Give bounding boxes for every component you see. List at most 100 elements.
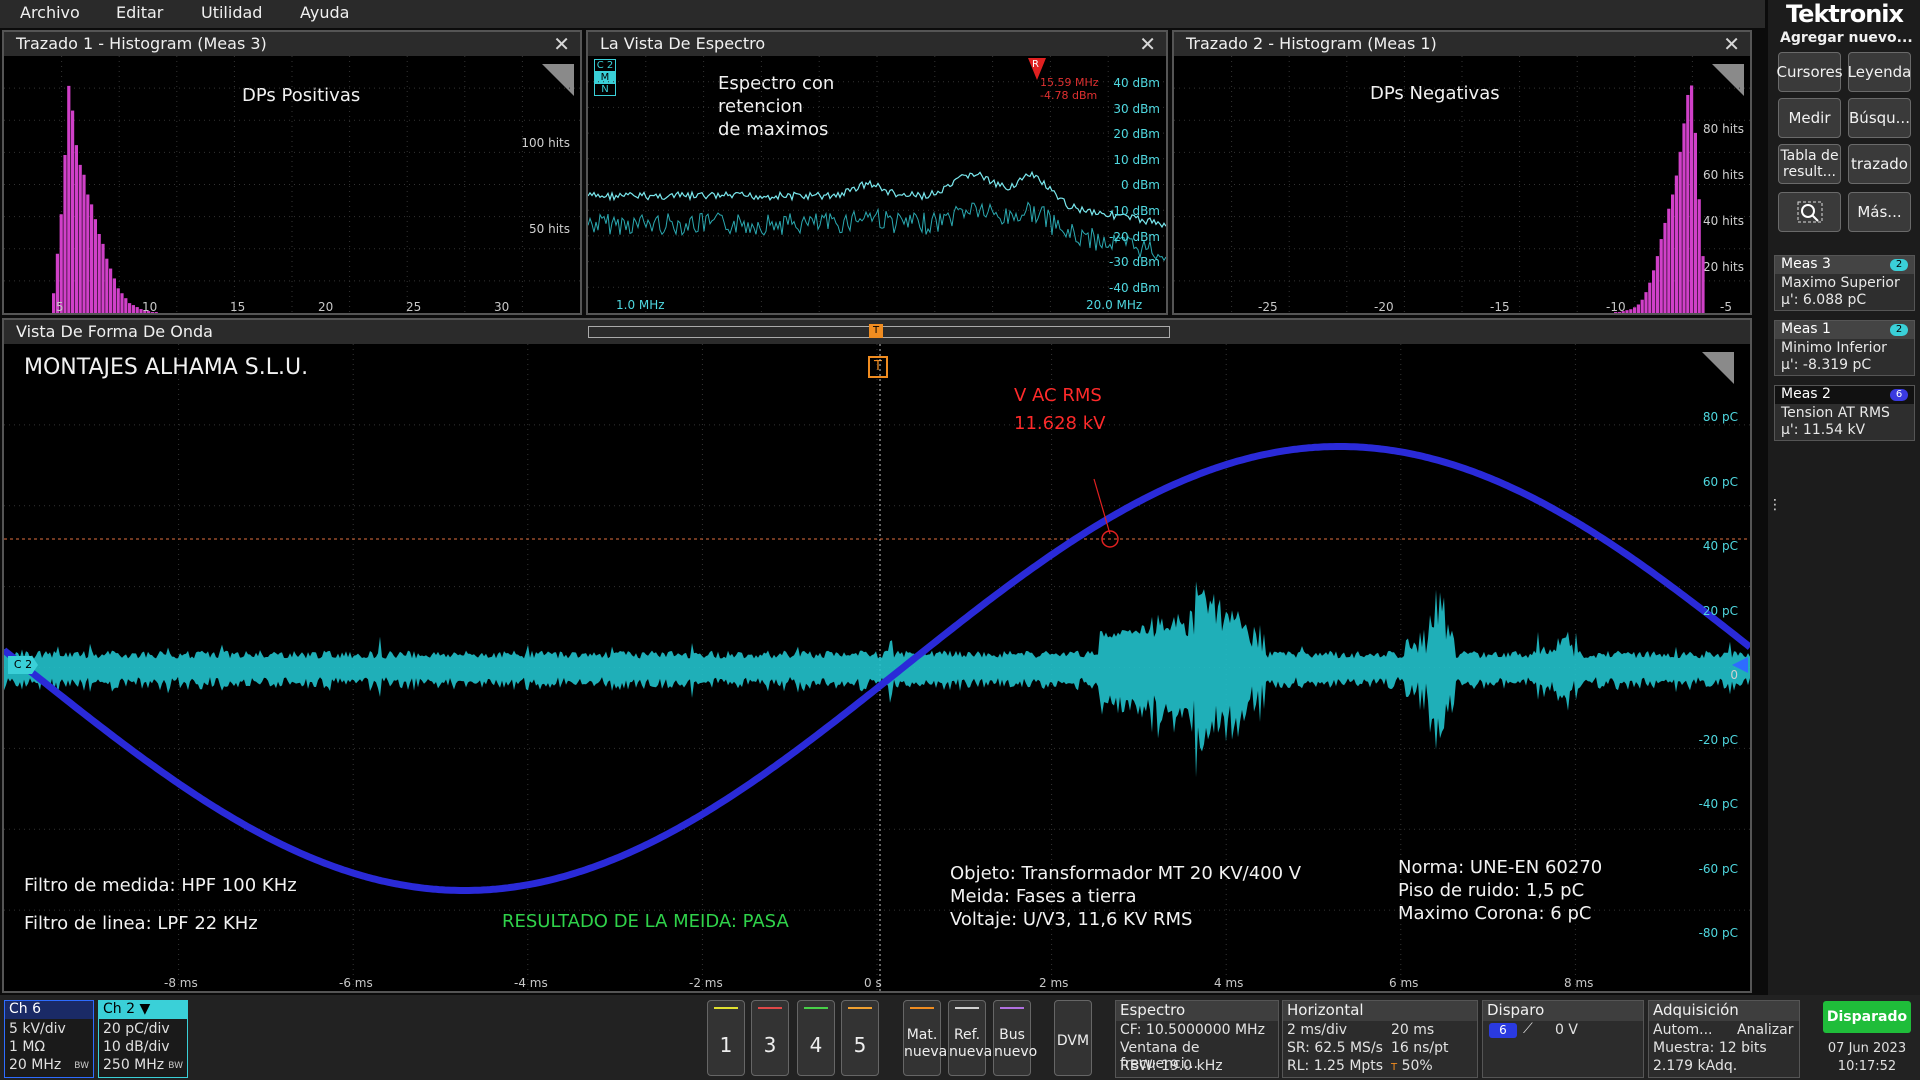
histogram-bar bbox=[59, 214, 63, 313]
histogram-bar bbox=[1697, 199, 1701, 313]
new-bus-button[interactable]: Bus nuevo bbox=[993, 1000, 1037, 1076]
histogram-1-title: Trazado 1 - Histogram (Meas 3) bbox=[16, 34, 267, 53]
close-icon[interactable]: ✕ bbox=[1723, 32, 1740, 56]
dvm-button[interactable]: DVM bbox=[1054, 1000, 1092, 1076]
menu-utilidad[interactable]: Utilidad bbox=[201, 3, 262, 22]
spectrum-y-axis: 40 dBm 30 dBm 20 dBm 10 dBm 0 dBm -10 dBm -20 … bbox=[588, 32, 1166, 313]
histogram-bar bbox=[124, 298, 128, 313]
x-tick: 20 bbox=[318, 300, 334, 314]
trigger-position-readout: T 50% bbox=[1391, 1058, 1433, 1074]
x-tick: 0 s bbox=[864, 976, 882, 990]
y-tick: 40 pC bbox=[1702, 539, 1738, 553]
plot-button[interactable]: trazado bbox=[1848, 144, 1911, 184]
histogram-1-plot bbox=[4, 56, 580, 313]
acquisition-info-box[interactable]: Adquisición Autom... Analizar Muestra: 1… bbox=[1648, 1000, 1800, 1078]
y-tick: -10 dBm bbox=[1109, 204, 1160, 218]
waveform-panel: Vista De Forma De Onda T T MONTAJES ALHA… bbox=[2, 318, 1752, 993]
notes-right: Norma: UNE-EN 60270 Piso de ruido: 1,5 p… bbox=[1398, 857, 1603, 924]
histogram-1-header: Trazado 1 - Histogram (Meas 3) ✕ bbox=[4, 32, 580, 56]
x-tick: 8 ms bbox=[1564, 976, 1594, 990]
new-ref-button[interactable]: Ref. nueva bbox=[948, 1000, 992, 1076]
x-tick: -15 bbox=[1490, 300, 1510, 314]
histogram-bar bbox=[116, 288, 120, 313]
histogram-bar bbox=[1678, 151, 1682, 313]
histogram-bar bbox=[67, 85, 71, 313]
channel-4-button[interactable]: 4 bbox=[797, 1000, 835, 1076]
rising-edge-icon: ⟋ bbox=[1523, 1021, 1533, 1037]
x-tick: 5 bbox=[56, 300, 64, 314]
histogram-2-panel: Trazado 2 - Histogram (Meas 1) ✕ DPs Neg… bbox=[1172, 30, 1752, 315]
legend-button[interactable]: Leyenda bbox=[1848, 52, 1911, 92]
measurement-badge-meas1[interactable]: Meas 1 2 Minimo Inferior μ': -8.319 pC bbox=[1774, 320, 1915, 376]
channel-1-button[interactable]: 1 bbox=[707, 1000, 745, 1076]
histogram-bar bbox=[1629, 309, 1633, 313]
measurement-badge-meas2[interactable]: Meas 2 6 Tension AT RMS μ': 11.54 kV bbox=[1774, 385, 1915, 441]
zoom-search-icon bbox=[1797, 201, 1822, 223]
trigger-info-box[interactable]: Disparo 6 ⟋ 0 V bbox=[1482, 1000, 1644, 1078]
date-time: 07 Jun 2023 10:17:52 bbox=[1827, 1041, 1907, 1074]
x-tick: 15 bbox=[230, 300, 246, 314]
channel-2-tag[interactable]: C 2 bbox=[8, 656, 38, 674]
zoom-search-button[interactable] bbox=[1778, 192, 1841, 232]
menu-ayuda[interactable]: Ayuda bbox=[300, 3, 349, 22]
x-tick: 30 bbox=[494, 300, 510, 314]
y-tick: -40 pC bbox=[1698, 797, 1738, 811]
tektronix-logo: Tektronix bbox=[1786, 0, 1904, 28]
histogram-bar bbox=[93, 219, 97, 313]
histogram-bar bbox=[97, 234, 101, 313]
menu-editar[interactable]: Editar bbox=[116, 3, 163, 22]
histogram-bar bbox=[1636, 304, 1640, 313]
x-tick: -5 bbox=[1720, 300, 1732, 314]
channel-5-button[interactable]: 5 bbox=[841, 1000, 879, 1076]
x-tick: -4 ms bbox=[514, 976, 548, 990]
spectrum-info-box[interactable]: Espectro CF: 10.5000000 MHz Ventana de f… bbox=[1115, 1000, 1279, 1078]
channel-2-header: Ch 2 ▼ bbox=[99, 1001, 187, 1019]
histogram-bar bbox=[101, 243, 105, 313]
spectrum-x-start: 1.0 MHz bbox=[616, 298, 665, 312]
drag-handle-icon[interactable]: ⋮ bbox=[1768, 498, 1782, 522]
menu-bar: Archivo Editar Utilidad Ayuda bbox=[0, 0, 1765, 28]
result-text: RESULTADO DE LA MEIDA: PASA bbox=[502, 911, 789, 932]
y-tick: -20 pC bbox=[1698, 732, 1738, 747]
cursors-button[interactable]: Cursores bbox=[1776, 52, 1843, 92]
histogram-2-header: Trazado 2 - Histogram (Meas 1) ✕ bbox=[1174, 32, 1750, 56]
spectrum-x-end: 20.0 MHz bbox=[1086, 298, 1143, 312]
measure-button[interactable]: Medir bbox=[1778, 98, 1841, 138]
x-tick: -20 bbox=[1374, 300, 1394, 314]
more-button[interactable]: Más... bbox=[1848, 192, 1911, 232]
histogram-bar bbox=[52, 293, 56, 313]
histogram-2-plot bbox=[1174, 56, 1750, 313]
histogram-bar bbox=[82, 174, 86, 313]
x-tick: 2 ms bbox=[1039, 976, 1069, 990]
bandwidth-icon: BW bbox=[168, 1061, 183, 1071]
y-tick: 0 dBm bbox=[1121, 178, 1160, 193]
trigger-status-button[interactable]: Disparado bbox=[1823, 1001, 1911, 1033]
x-tick: 4 ms bbox=[1214, 976, 1244, 990]
channel-2-box[interactable]: Ch 2 ▼ 20 pC/div 10 dB/div 250 MHz BW bbox=[98, 1000, 188, 1078]
menu-archivo[interactable]: Archivo bbox=[20, 3, 80, 22]
search-button[interactable]: Búsqu... bbox=[1848, 98, 1911, 138]
arrow-down-icon: ▼ bbox=[139, 1001, 151, 1017]
histogram-bar bbox=[112, 278, 116, 313]
results-table-button[interactable]: Tabla de result... bbox=[1778, 144, 1841, 184]
y-tick: -30 dBm bbox=[1109, 255, 1160, 270]
histogram-bar bbox=[135, 307, 139, 313]
histogram-bar bbox=[1674, 175, 1678, 313]
channel-3-button[interactable]: 3 bbox=[751, 1000, 789, 1076]
trigger-t-icon: T bbox=[1391, 1062, 1398, 1073]
y-tick: 20 dBm bbox=[1113, 127, 1160, 142]
histogram-bar bbox=[1644, 292, 1648, 313]
channel-6-box[interactable]: Ch 6 5 kV/div 1 MΩ 20 MHz BW bbox=[4, 1000, 94, 1078]
histogram-bar bbox=[128, 303, 132, 313]
bandwidth-icon: BW bbox=[74, 1061, 89, 1071]
histogram-bar bbox=[1655, 256, 1659, 313]
histogram-bar bbox=[1663, 222, 1667, 313]
measurement-badge-meas3[interactable]: Meas 3 2 Maximo Superior μ': 6.088 pC bbox=[1774, 255, 1915, 311]
histogram-bar bbox=[120, 293, 124, 313]
horizontal-info-box[interactable]: Horizontal 2 ms/div SR: 62.5 MS/s RL: 1.… bbox=[1282, 1000, 1478, 1078]
channel-6-level-icon[interactable] bbox=[1732, 657, 1748, 673]
histogram-bar bbox=[1693, 132, 1697, 313]
histogram-bar bbox=[90, 204, 94, 313]
close-icon[interactable]: ✕ bbox=[553, 32, 570, 56]
new-math-button[interactable]: Mat. nueva bbox=[903, 1000, 947, 1076]
